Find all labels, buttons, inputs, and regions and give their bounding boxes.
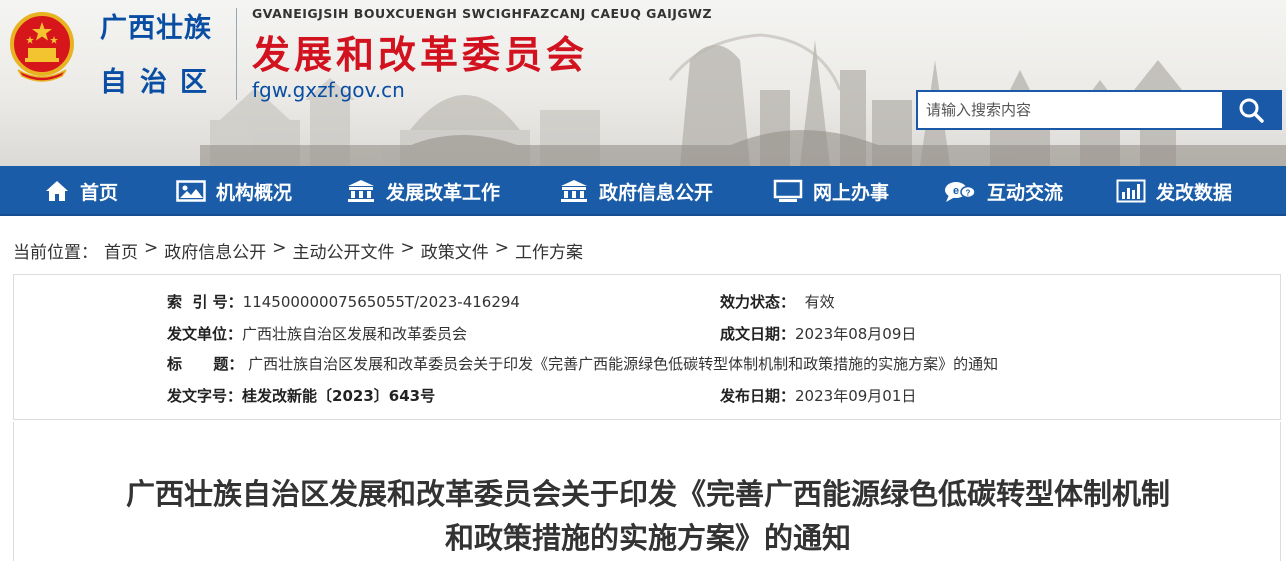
breadcrumb-label: 当前位置： — [13, 243, 98, 263]
breadcrumb-separator: > — [272, 238, 287, 258]
info-date-made-row: 成文日期：2023年08月09日 — [720, 323, 916, 344]
info-date-pub-row: 发布日期：2023年09月01日 — [720, 385, 916, 406]
info-doc-no-row: 发文字号：桂发改新能〔2023〕643号 — [167, 385, 435, 406]
svg-text:?: ? — [966, 189, 971, 198]
info-index-row: 索 引 号：11450000007565055T/2023-416294 — [167, 291, 520, 312]
search-icon — [1239, 98, 1264, 123]
info-issuer-row: 发文单位：广西壮族自治区发展和改革委员会 — [167, 323, 467, 344]
search-button[interactable] — [1222, 92, 1280, 128]
article-title-line2: 和政策措施的实施方案》的通知 — [444, 521, 851, 555]
region-name: 广西壮族 自治区 — [98, 6, 228, 102]
building-icon — [561, 180, 587, 202]
breadcrumb-work-plan[interactable]: 工作方案 — [515, 238, 583, 263]
title-label: 标 题： — [167, 355, 244, 373]
index-label: 索 引 号： — [167, 293, 243, 311]
main-nav: 首页 机构概况 发展改革工作 政府信息公开 网上办事 e ? 互动交流 发改数据 — [0, 166, 1286, 216]
breadcrumb-home[interactable]: 首页 — [104, 238, 138, 263]
bar-chart-icon — [1116, 179, 1146, 203]
nav-item-info-disclosure[interactable]: 政府信息公开 — [559, 166, 713, 216]
search-input[interactable] — [918, 92, 1222, 128]
date-pub-value: 2023年09月01日 — [795, 387, 917, 405]
header-banner: 广西壮族 自治区 GVANEIGJSIH BOUXCUENGH SWCIGHFA… — [0, 0, 1286, 166]
image-icon — [176, 180, 206, 202]
zhuang-language-name: GVANEIGJSIH BOUXCUENGH SWCIGHFAZCANJ CAE… — [252, 6, 713, 21]
header-divider — [236, 8, 237, 100]
index-value: 11450000007565055T/2023-416294 — [242, 293, 520, 311]
issuer-label: 发文单位： — [167, 325, 243, 343]
chat-icon: e ? — [945, 182, 976, 202]
nav-label: 首页 — [80, 181, 119, 204]
status-label: 效力状态： — [720, 293, 796, 311]
nav-item-about[interactable]: 机构概况 — [176, 166, 292, 216]
title-value: 广西壮族自治区发展和改革委员会关于印发《完善广西能源绿色低碳转型体制机制和政策措… — [248, 355, 999, 373]
nav-label: 网上办事 — [813, 181, 890, 204]
date-made-value: 2023年08月09日 — [795, 325, 917, 343]
date-made-label: 成文日期： — [720, 325, 796, 343]
date-pub-label: 发布日期： — [720, 387, 796, 405]
nav-label: 发展改革工作 — [386, 181, 501, 204]
nav-label: 政府信息公开 — [599, 181, 714, 204]
region-name-line1: 广西壮族 — [100, 13, 212, 44]
doc-no-label: 发文字号： — [167, 387, 243, 405]
document-info-box: 索 引 号：11450000007565055T/2023-416294 效力状… — [13, 274, 1281, 420]
nav-item-interaction[interactable]: e ? 互动交流 — [943, 166, 1063, 216]
nav-item-reform[interactable]: 发展改革工作 — [346, 166, 500, 216]
info-title-row: 标 题： 广西壮族自治区发展和改革委员会关于印发《完善广西能源绿色低碳转型体制机… — [167, 353, 998, 374]
region-name-line2: 自治区 — [100, 67, 220, 98]
breadcrumb-active-files[interactable]: 主动公开文件 — [293, 238, 395, 263]
site-title[interactable]: 发展和改革委员会 — [252, 24, 588, 79]
search-bar — [916, 90, 1282, 130]
national-emblem-icon — [10, 12, 74, 82]
building-icon — [348, 180, 374, 202]
nav-item-data[interactable]: 发改数据 — [1116, 166, 1232, 216]
issuer-value: 广西壮族自治区发展和改革委员会 — [242, 325, 468, 343]
nav-label: 发改数据 — [1156, 181, 1233, 204]
svg-text:e: e — [953, 185, 959, 197]
breadcrumb-separator: > — [400, 238, 415, 258]
article-content: 广西壮族自治区发展和改革委员会关于印发《完善广西能源绿色低碳转型体制机制 和政策… — [13, 422, 1281, 561]
monitor-icon — [773, 179, 803, 202]
page: 广西壮族 自治区 GVANEIGJSIH BOUXCUENGH SWCIGHFA… — [0, 0, 1286, 561]
breadcrumb: 当前位置： 首页 > 政府信息公开 > 主动公开文件 > 政策文件 > 工作方案 — [13, 238, 583, 263]
nav-item-home[interactable]: 首页 — [44, 166, 118, 216]
home-icon — [46, 181, 68, 201]
status-value: 有效 — [804, 293, 835, 311]
nav-item-online-service[interactable]: 网上办事 — [773, 166, 889, 216]
info-status-row: 效力状态： 有效 — [720, 291, 835, 312]
breadcrumb-info-disclosure[interactable]: 政府信息公开 — [164, 238, 266, 263]
nav-label: 机构概况 — [216, 181, 293, 204]
breadcrumb-policy-files[interactable]: 政策文件 — [421, 238, 489, 263]
article-title: 广西壮族自治区发展和改革委员会关于印发《完善广西能源绿色低碳转型体制机制 和政策… — [14, 472, 1282, 560]
site-domain: fgw.gxzf.gov.cn — [252, 78, 405, 102]
doc-no-value: 桂发改新能〔2023〕643号 — [242, 387, 436, 405]
breadcrumb-separator: > — [144, 238, 159, 258]
article-title-line1: 广西壮族自治区发展和改革委员会关于印发《完善广西能源绿色低碳转型体制机制 — [125, 477, 1170, 511]
breadcrumb-separator: > — [494, 238, 509, 258]
nav-label: 互动交流 — [987, 181, 1064, 204]
